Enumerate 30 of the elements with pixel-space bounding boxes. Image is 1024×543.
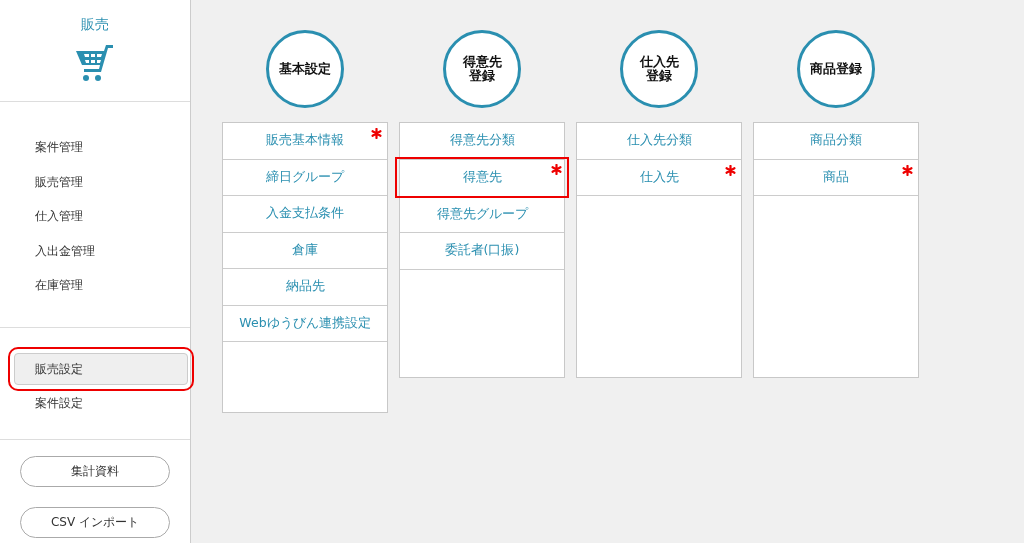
category-item[interactable]: Webゆうびん連携設定 (223, 305, 387, 342)
category-item[interactable]: 得意先 (395, 156, 569, 198)
category-item[interactable]: 商品 (754, 159, 918, 196)
sidebar-title: 販売 (81, 15, 109, 34)
sidebar-item[interactable]: 在庫管理 (0, 268, 190, 303)
sidebar-item[interactable]: 仕入管理 (0, 199, 190, 234)
category-item[interactable]: 倉庫 (223, 232, 387, 269)
category-title: 仕入先 (639, 55, 679, 69)
sidebar-item[interactable]: 案件管理 (0, 130, 190, 165)
sidebar-button[interactable]: CSV インポート (20, 506, 170, 538)
category-title: 得意先 (462, 55, 502, 69)
category-item[interactable]: 入金支払条件 (223, 196, 387, 233)
sidebar-item[interactable]: 案件設定 (14, 386, 188, 419)
category-title: 登録 (646, 69, 672, 83)
category-item[interactable]: 締日グループ (223, 159, 387, 196)
category-item[interactable]: 販売基本情報 (223, 123, 387, 160)
category-item[interactable]: 仕入先分類 (577, 123, 741, 160)
category-title: 商品登録 (810, 62, 862, 76)
sidebar-item[interactable]: 販売管理 (0, 164, 190, 199)
category-item[interactable]: 委託者(口振) (400, 233, 564, 270)
sidebar-button[interactable]: 集計資料 (20, 455, 170, 487)
sidebar-item[interactable]: 入出金管理 (0, 233, 190, 268)
category-title: 基本設定 (279, 62, 331, 76)
category-item[interactable]: 得意先分類 (400, 123, 564, 160)
shopping-cart-icon (76, 43, 114, 83)
category-item[interactable]: 商品分類 (754, 123, 918, 160)
category-item[interactable]: 納品先 (223, 269, 387, 306)
category-item[interactable]: 仕入先 (577, 159, 741, 196)
category-title: 登録 (469, 69, 495, 83)
category-item[interactable]: 得意先グループ (400, 196, 564, 233)
